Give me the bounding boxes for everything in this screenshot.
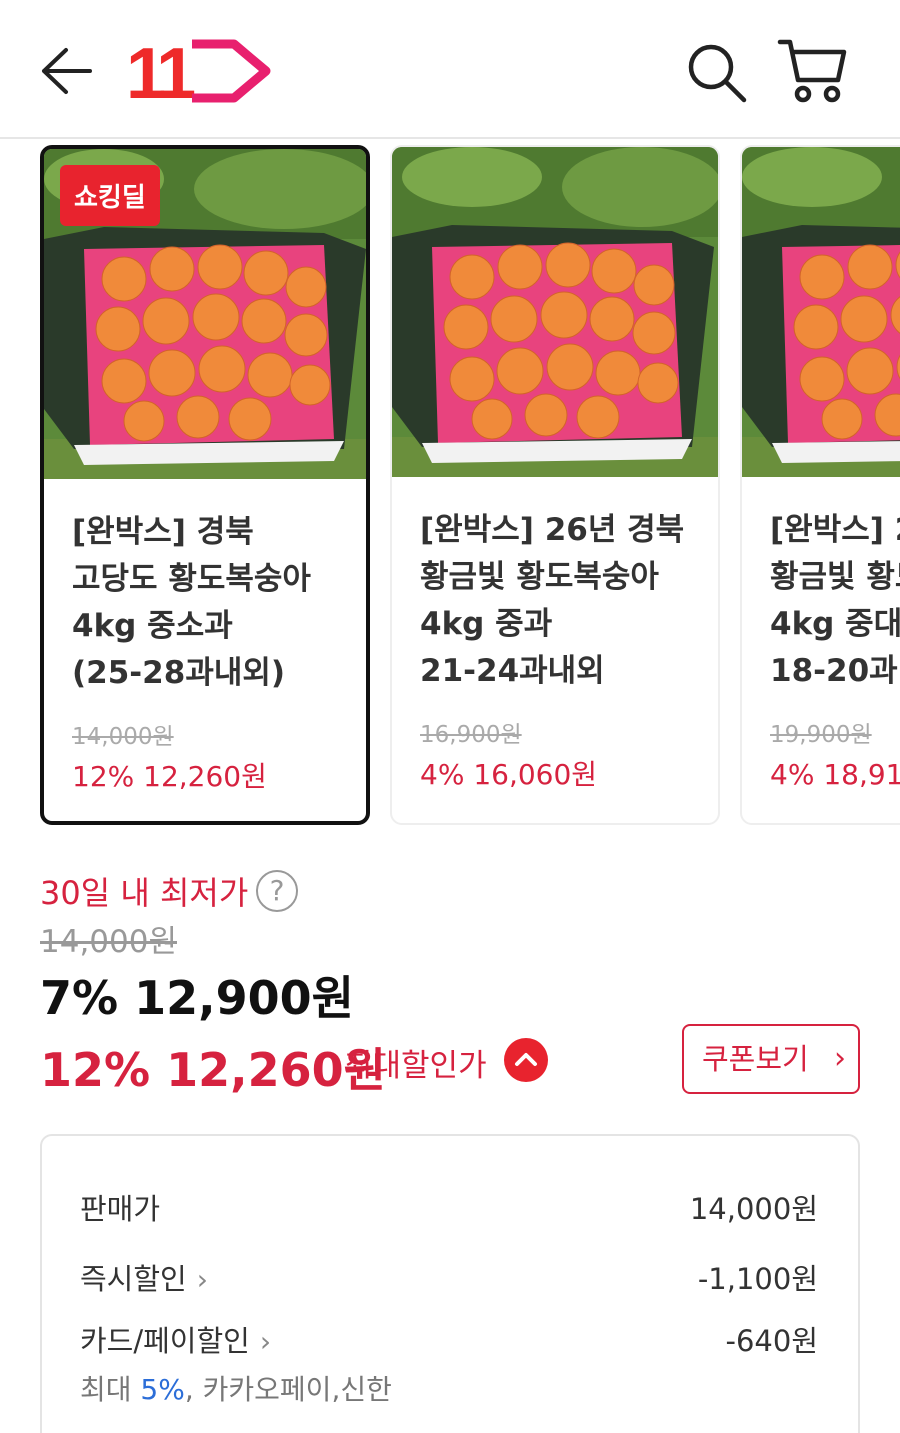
cart-icon[interactable] bbox=[776, 36, 848, 106]
card-discount-note: 최대 5%, 카카오페이,신한 bbox=[80, 1368, 392, 1408]
related-products-carousel[interactable]: 쇼킹딜 [완박스] 경북 고당도 황도복숭아 4kg 중소과 (25-28과내외… bbox=[0, 139, 900, 839]
logo-text: 11 bbox=[126, 36, 195, 106]
price-breakdown-panel: 판매가 14,000원 즉시할인 › -1,100원 카드/페이할인 › -640원… bbox=[40, 1134, 860, 1433]
current-price: 7% 12,900원 bbox=[40, 971, 354, 1025]
product-original-price: 14,000원 bbox=[72, 724, 174, 750]
help-icon[interactable]: ? bbox=[256, 870, 298, 912]
product-card[interactable]: 쇼킹딜 [완박스] 경북 고당도 황도복숭아 4kg 중소과 (25-28과내외… bbox=[40, 145, 370, 825]
card-pay-discount-row[interactable]: 카드/페이할인 › bbox=[80, 1318, 271, 1360]
arrow-left-icon[interactable] bbox=[34, 44, 94, 98]
instant-discount-value: -1,100원 bbox=[697, 1262, 818, 1296]
max-discount-price: 12% 12,260원 bbox=[40, 1043, 386, 1097]
eleven-street-logo[interactable]: 11 bbox=[126, 34, 272, 114]
product-sale-price: 4% 16,060원 bbox=[420, 758, 598, 791]
product-image bbox=[742, 147, 900, 477]
card-pay-discount-value: -640원 bbox=[725, 1324, 819, 1358]
card-note-prefix: 최대 bbox=[80, 1373, 141, 1406]
shocking-deal-badge: 쇼킹딜 bbox=[60, 165, 160, 226]
product-sale-price: 4% 18,910원 bbox=[770, 758, 900, 791]
coupon-button-label: 쿠폰보기 bbox=[702, 1042, 809, 1076]
original-price: 14,000원 bbox=[40, 924, 177, 960]
product-original-price: 19,900원 bbox=[770, 722, 872, 748]
chevron-right-icon: › bbox=[196, 1263, 208, 1296]
instant-discount-row[interactable]: 즉시할인 › bbox=[80, 1256, 208, 1298]
instant-discount-label: 즉시할인 bbox=[80, 1262, 187, 1296]
product-title: [완박스] 경북 고당도 황도복숭아 4kg 중소과 (25-28과내외) bbox=[72, 514, 311, 691]
view-coupon-button[interactable]: 쿠폰보기 › bbox=[682, 1024, 860, 1094]
chevron-right-icon: › bbox=[834, 1041, 846, 1076]
lowest-price-label: 30일 내 최저가 bbox=[40, 874, 249, 912]
product-title: [완박스] 26년 경북 황금빛 황도복숭아 4kg 중과 21-24과내외 bbox=[420, 512, 685, 689]
product-title: [완박스] 26년 경북 황금빛 황도복숭아 4kg 중대과 18-20과내외 bbox=[770, 512, 900, 689]
product-card[interactable]: [완박스] 26년 경북 황금빛 황도복숭아 4kg 중대과 18-20과내외 … bbox=[740, 145, 900, 825]
product-image bbox=[392, 147, 718, 477]
search-icon[interactable] bbox=[684, 40, 748, 104]
chevron-up-icon[interactable] bbox=[504, 1038, 548, 1082]
product-sale-price: 12% 12,260원 bbox=[72, 760, 267, 793]
card-note-suffix: , 카카오페이,신한 bbox=[184, 1373, 392, 1406]
sale-price-label: 판매가 bbox=[80, 1192, 161, 1226]
product-original-price: 16,900원 bbox=[420, 722, 522, 748]
top-app-bar: 11 bbox=[0, 0, 900, 139]
chevron-right-icon: › bbox=[259, 1325, 272, 1358]
card-pay-discount-label: 카드/페이할인 bbox=[80, 1324, 250, 1358]
max-discount-label: 최대할인가 bbox=[344, 1048, 487, 1084]
card-note-percent: 5% bbox=[140, 1373, 185, 1406]
product-card[interactable]: [완박스] 26년 경북 황금빛 황도복숭아 4kg 중과 21-24과내외 1… bbox=[390, 145, 720, 825]
sale-price-value: 14,000원 bbox=[689, 1192, 818, 1226]
